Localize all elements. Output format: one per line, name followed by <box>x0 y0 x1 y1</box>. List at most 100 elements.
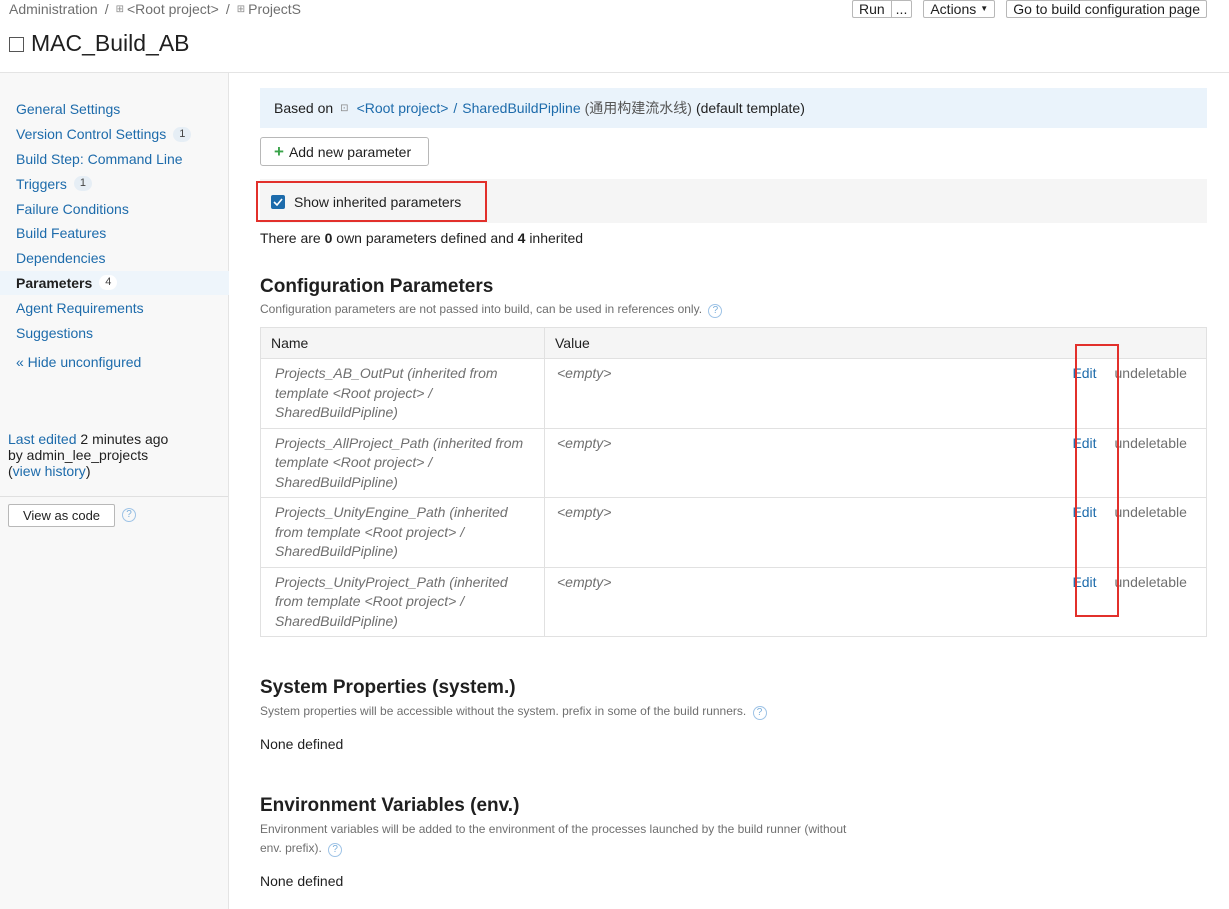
last-edited-time: 2 minutes ago <box>80 431 169 447</box>
description-text: Configuration parameters are not passed … <box>260 302 703 316</box>
last-edited-by: by admin_lee_projects <box>8 447 149 463</box>
own-count: 0 <box>324 230 333 246</box>
template-icon: ⊡ <box>340 102 349 114</box>
template-link[interactable]: SharedBuildPipline <box>462 100 580 116</box>
view-history-link[interactable]: view history <box>13 463 86 479</box>
run-options-button[interactable]: ... <box>890 0 913 18</box>
sidebar: General Settings Version Control Setting… <box>0 73 229 909</box>
edit-parameter-link[interactable]: Edit <box>1072 574 1096 590</box>
add-new-parameter-label: Add new parameter <box>288 143 412 160</box>
help-icon[interactable]: ? <box>122 508 136 522</box>
summary-text: own parameters defined and <box>336 230 514 246</box>
column-header-value: Value <box>544 327 1055 359</box>
column-header-status <box>1114 327 1207 359</box>
edit-parameter-link[interactable]: Edit <box>1072 504 1096 520</box>
description-text: Environment variables will be added to t… <box>260 822 847 836</box>
parameter-value: <empty> <box>544 358 1055 429</box>
hide-unconfigured-link[interactable]: « Hide unconfigured <box>16 354 141 370</box>
actions-label: Actions <box>930 1 977 17</box>
environment-variables-title: Environment Variables (env.) <box>260 795 520 816</box>
sidebar-item-label: Dependencies <box>16 250 106 267</box>
parameters-summary: There are 0 own parameters defined and 4… <box>260 230 583 246</box>
last-edited-link[interactable]: Last edited <box>8 431 77 447</box>
sidebar-item-general-settings[interactable]: General Settings <box>0 97 229 122</box>
sidebar-item-version-control-settings[interactable]: Version Control Settings 1 <box>0 122 229 147</box>
breadcrumb-separator: / <box>104 1 109 17</box>
parameter-name: Projects_AllProject_Path (inherited from… <box>260 427 545 498</box>
summary-text: There are <box>260 230 321 246</box>
configuration-parameters-title: Configuration Parameters <box>260 276 494 297</box>
parameter-name: Projects_AB_OutPut (inherited from templ… <box>260 358 545 429</box>
sidebar-item-agent-requirements[interactable]: Agent Requirements <box>0 295 229 320</box>
sidebar-item-parameters[interactable]: Parameters 4 <box>0 270 229 296</box>
help-icon[interactable]: ? <box>752 706 767 720</box>
show-inherited-toggle[interactable]: Show inherited parameters <box>256 181 487 222</box>
parameter-value: <empty> <box>544 566 1055 637</box>
show-inherited-checkbox[interactable] <box>271 194 285 209</box>
sidebar-item-label: Build Features <box>16 225 107 242</box>
edit-parameter-link[interactable]: Edit <box>1072 435 1096 451</box>
parameter-value: <empty> <box>544 427 1055 498</box>
show-inherited-label: Show inherited parameters <box>294 193 462 210</box>
last-edited-info: Last edited 2 minutes ago by admin_lee_p… <box>8 431 169 479</box>
page-title: MAC_Build_AB <box>9 30 190 57</box>
sidebar-item-label: Suggestions <box>16 324 94 341</box>
parameter-status: undeletable <box>1114 427 1207 498</box>
parameter-value: <empty> <box>544 497 1055 568</box>
table-header-row: Name Value <box>260 327 1207 359</box>
sidebar-item-label: General Settings <box>16 101 121 118</box>
parameter-status: undeletable <box>1114 566 1207 637</box>
run-button[interactable]: Run <box>851 0 891 18</box>
sidebar-item-build-features[interactable]: Build Features <box>0 221 229 246</box>
top-actions: Run ... Actions ▼ Go to build configurat… <box>851 0 1207 18</box>
run-button-group: Run ... <box>851 0 913 18</box>
environment-variables-empty: None defined <box>260 873 344 889</box>
actions-dropdown[interactable]: Actions ▼ <box>923 0 996 18</box>
breadcrumb-administration[interactable]: Administration <box>9 1 98 17</box>
breadcrumb-projects[interactable]: ProjectS <box>248 1 301 17</box>
breadcrumb-root-project[interactable]: <Root project> <box>127 1 219 17</box>
default-template-label: (default template) <box>695 100 805 116</box>
system-properties-title: System Properties (system.) <box>260 677 516 698</box>
help-icon[interactable]: ? <box>708 304 723 318</box>
system-properties-empty: None defined <box>260 736 344 752</box>
count-badge: 1 <box>173 126 192 142</box>
parameter-name: Projects_UnityEngine_Path (inherited fro… <box>260 497 545 568</box>
build-configuration-icon <box>9 37 24 52</box>
edit-parameter-link[interactable]: Edit <box>1072 365 1096 381</box>
template-note: (通用构建流水线) <box>584 100 692 116</box>
root-project-link[interactable]: <Root project> <box>357 100 449 116</box>
sidebar-item-build-step[interactable]: Build Step: Command Line <box>0 147 229 172</box>
sidebar-item-failure-conditions[interactable]: Failure Conditions <box>0 196 229 221</box>
column-header-edit <box>1054 327 1115 359</box>
sidebar-item-triggers[interactable]: Triggers 1 <box>0 171 229 196</box>
parameter-name: Projects_UnityProject_Path (inherited fr… <box>260 566 545 637</box>
parameter-status: undeletable <box>1114 358 1207 429</box>
sidebar-nav: General Settings Version Control Setting… <box>0 97 229 345</box>
template-info-banner: Based on ⊡ <Root project> / SharedBuildP… <box>260 88 1207 128</box>
system-properties-description: System properties will be accessible wit… <box>260 702 767 721</box>
sidebar-item-label: Parameters <box>16 274 93 291</box>
table-row: Projects_UnityProject_Path (inherited fr… <box>260 566 1207 637</box>
go-to-build-configuration-button[interactable]: Go to build configuration page <box>1006 0 1207 18</box>
parameter-status: undeletable <box>1114 497 1207 568</box>
view-as-code-button[interactable]: View as code <box>8 504 115 527</box>
count-badge: 4 <box>99 275 118 291</box>
add-new-parameter-button[interactable]: + Add new parameter <box>260 137 429 166</box>
sidebar-item-label: Version Control Settings <box>16 126 167 143</box>
chevron-down-icon: ▼ <box>980 4 989 13</box>
description-text: env. prefix). <box>260 841 322 855</box>
project-icon: ⊞ <box>236 3 246 15</box>
sidebar-item-label: Failure Conditions <box>16 200 129 217</box>
help-icon[interactable]: ? <box>328 843 343 857</box>
configuration-parameters-table: Name Value Projects_AB_OutPut (inherited… <box>260 327 1207 637</box>
sidebar-item-label: Triggers <box>16 175 67 192</box>
breadcrumb: Administration / ⊞ <Root project> / ⊞ Pr… <box>9 1 301 17</box>
configuration-parameters-description: Configuration parameters are not passed … <box>260 300 723 319</box>
sidebar-item-suggestions[interactable]: Suggestions <box>0 320 229 345</box>
sidebar-item-dependencies[interactable]: Dependencies <box>0 246 229 271</box>
sidebar-divider <box>0 496 228 497</box>
page-title-text: MAC_Build_AB <box>31 30 190 56</box>
environment-variables-description: Environment variables will be added to t… <box>260 820 846 858</box>
plus-icon: + <box>274 142 284 161</box>
